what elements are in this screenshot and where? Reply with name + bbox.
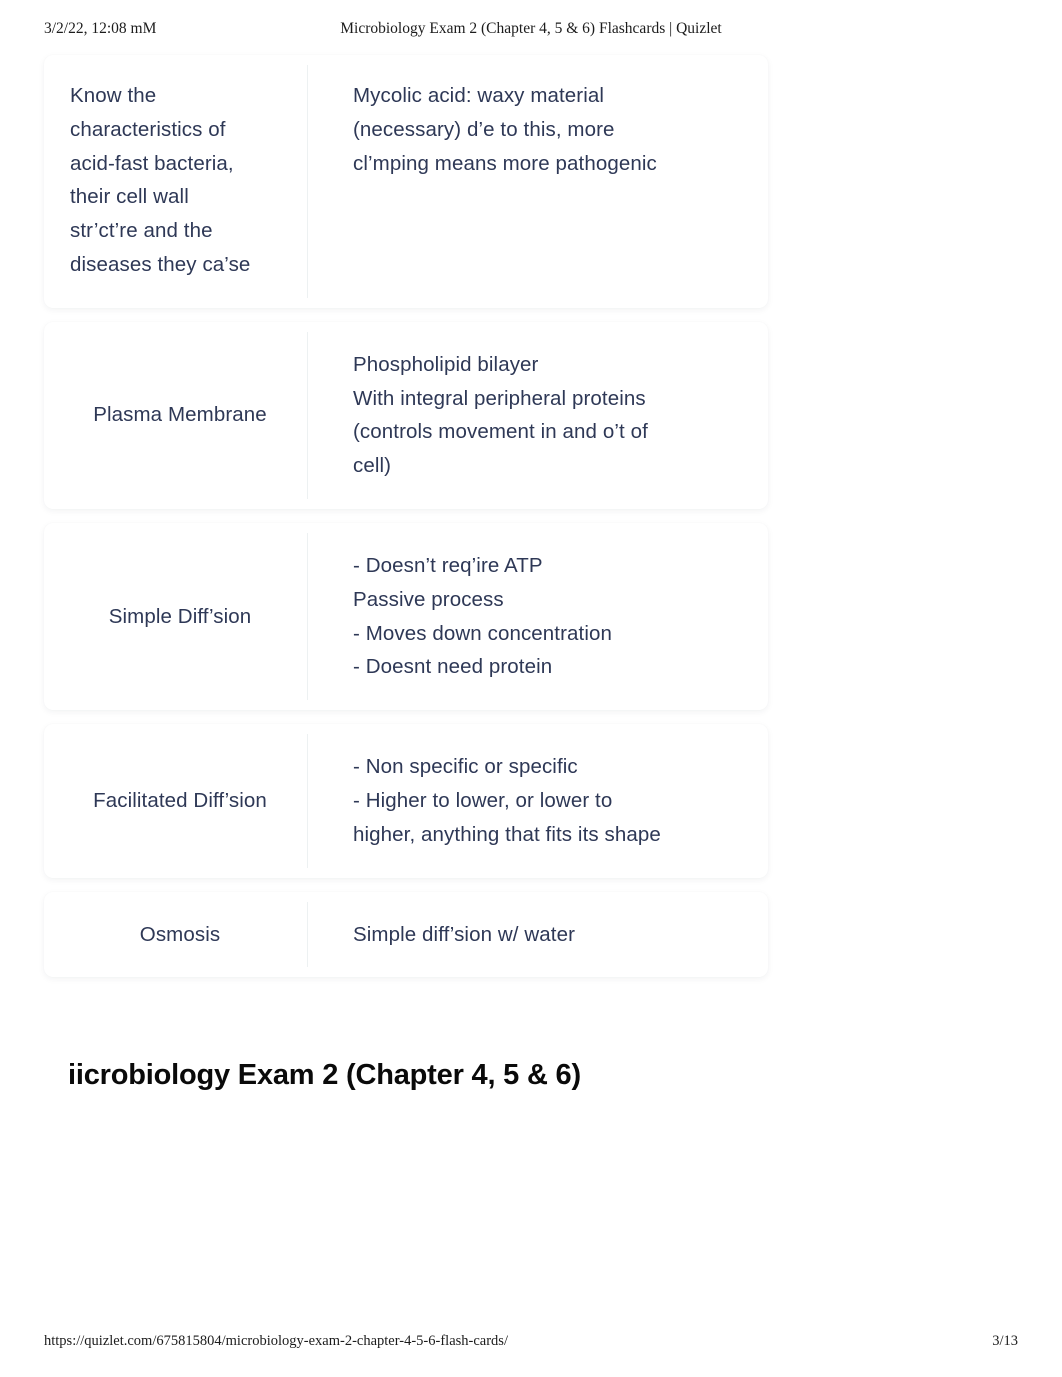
- flashcard-definition-text: Simple diff’sion w/ water: [353, 922, 576, 946]
- list-item[interactable]: Facilitated Diff’sion - Non specific or …: [44, 724, 768, 878]
- list-item[interactable]: Osmosis Simple diff’sion w/ water: [44, 891, 768, 978]
- print-footer-url[interactable]: https://quizlet.com/675815804/microbiolo…: [44, 1330, 508, 1352]
- print-footer-page-number: 3/13: [992, 1333, 1018, 1349]
- card-column-divider: [307, 734, 308, 868]
- flashcard-term-text: Know the characteristics of acid-fast ba…: [70, 84, 251, 276]
- card-column-divider: [307, 65, 308, 298]
- flashcard-term-cell: Simple Diff’sion: [44, 523, 308, 710]
- flashcard-term-text: Plasma Membrane: [93, 403, 267, 427]
- page-title: iicrobiology Exam 2 (Chapter 4, 5 & 6): [68, 1059, 581, 1092]
- list-item[interactable]: Plasma Membrane Phospholipid bilayer Wit…: [44, 321, 768, 509]
- list-item[interactable]: Simple Diff’sion - Doesn’t req’ire ATP P…: [44, 522, 768, 711]
- print-header-title: Microbiology Exam 2 (Chapter 4, 5 & 6) F…: [340, 20, 722, 37]
- flashcard-term-text: Simple Diff’sion: [108, 604, 252, 628]
- card-column-divider: [307, 532, 308, 701]
- flashcard-definition-cell: Mycolic acid: waxy material (necessary) …: [308, 55, 768, 308]
- flashcard-definition-cell: - Non specific or specific - Higher to l…: [308, 724, 768, 877]
- flashcard-term-cell: Plasma Membrane: [44, 322, 308, 509]
- flashcard-definition-text: Mycolic acid: waxy material (necessary) …: [353, 84, 657, 175]
- flashcard-definition-text: - Doesn’t req’ire ATP Passive process - …: [353, 553, 612, 679]
- card-column-divider: [307, 901, 308, 968]
- card-column-divider: [307, 331, 308, 499]
- flashcard-term-cell: Facilitated Diff’sion: [44, 724, 308, 877]
- list-item[interactable]: Know the characteristics of acid-fast ba…: [44, 55, 768, 308]
- flashcard-list: Know the characteristics of acid-fast ba…: [44, 55, 768, 978]
- flashcard-term-text: Osmosis: [139, 922, 221, 946]
- print-footer: https://quizlet.com/675815804/microbiolo…: [0, 1330, 1062, 1352]
- flashcard-definition-cell: - Doesn’t req’ire ATP Passive process - …: [308, 523, 768, 710]
- print-header: 3/2/22, 12:08 mM Microbiology Exam 2 (Ch…: [0, 18, 1062, 40]
- flashcard-term-cell: Know the characteristics of acid-fast ba…: [44, 55, 308, 308]
- flashcard-definition-cell: Simple diff’sion w/ water: [308, 892, 768, 978]
- flashcard-term-text: Facilitated Diff’sion: [93, 788, 267, 812]
- flashcard-definition-cell: Phospholipid bilayer With integral perip…: [308, 322, 768, 509]
- flashcard-definition-text: - Non specific or specific - Higher to l…: [353, 755, 661, 846]
- flashcard-term-cell: Osmosis: [44, 892, 308, 978]
- flashcard-definition-text: Phospholipid bilayer With integral perip…: [353, 352, 648, 478]
